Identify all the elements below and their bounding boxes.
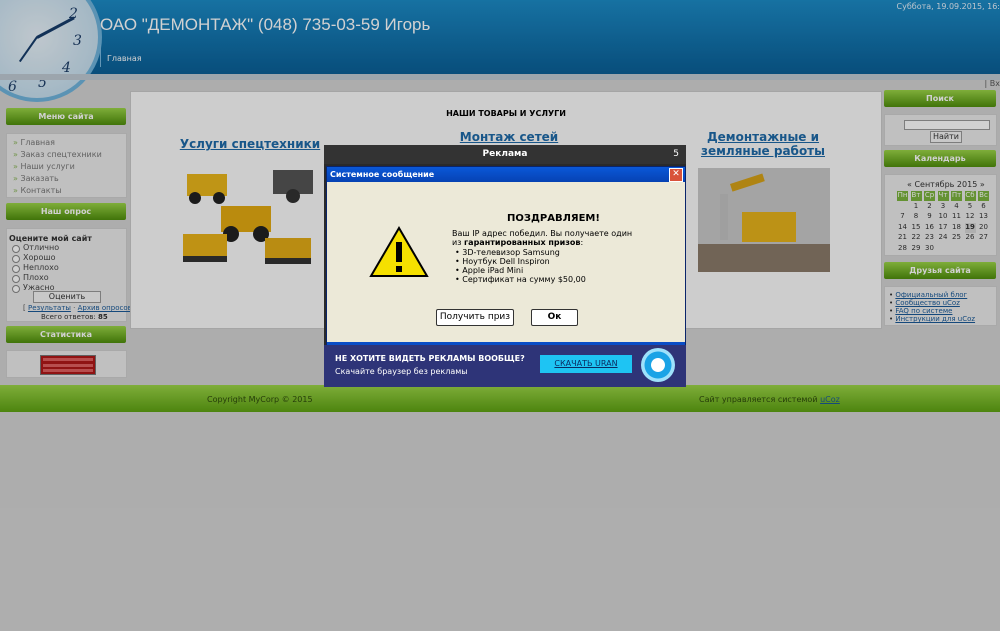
ad-title: Реклама [324,145,686,164]
warning-exclamation-bar [396,242,402,262]
dialog-heading: ПОЗДРАВЛЯЕМ! [507,213,600,224]
warning-icon [369,226,429,277]
dialog-line: Ваш IP адрес победил. Вы получаете один [452,229,633,238]
ok-button[interactable]: Ок [531,309,578,326]
prize-item: • 3D-телевизор Samsung [455,248,560,257]
ad-banner-question: НЕ ХОТИТЕ ВИДЕТЬ РЕКЛАМЫ ВООБЩЕ? [335,354,525,363]
close-icon[interactable]: ✕ [669,168,683,182]
get-prize-button[interactable]: Получить приз [436,309,514,326]
download-browser-button[interactable]: СКАЧАТЬ URAN [540,355,632,373]
dialog-title: Системное сообщение [330,170,435,179]
dialog-line-prefix: из [452,238,464,247]
fake-system-dialog: Системное сообщение ✕ ПОЗДРАВЛЯЕМ! Ваш I… [326,166,686,346]
dialog-line-bold: гарантированных призов [464,238,581,247]
uran-browser-logo-icon [641,348,675,382]
ad-popup: Реклама 5 Системное сообщение ✕ ПОЗДРАВЛ… [324,145,686,387]
prize-item: • Apple iPad Mini [455,266,524,275]
ad-countdown: 5 [673,149,679,159]
dialog-line: из гарантированных призов: [452,238,583,247]
dialog-line-suffix: : [580,238,584,247]
ad-banner: НЕ ХОТИТЕ ВИДЕТЬ РЕКЛАМЫ ВООБЩЕ? Скачайт… [324,345,686,387]
warning-exclamation-dot [396,266,402,272]
ad-banner-subtitle: Скачайте браузер без рекламы [335,367,468,376]
prize-item: • Сертификат на сумму $50,00 [455,275,586,284]
dialog-titlebar: Системное сообщение ✕ [327,167,685,182]
prize-item: • Ноутбук Dell Inspiron [455,257,550,266]
